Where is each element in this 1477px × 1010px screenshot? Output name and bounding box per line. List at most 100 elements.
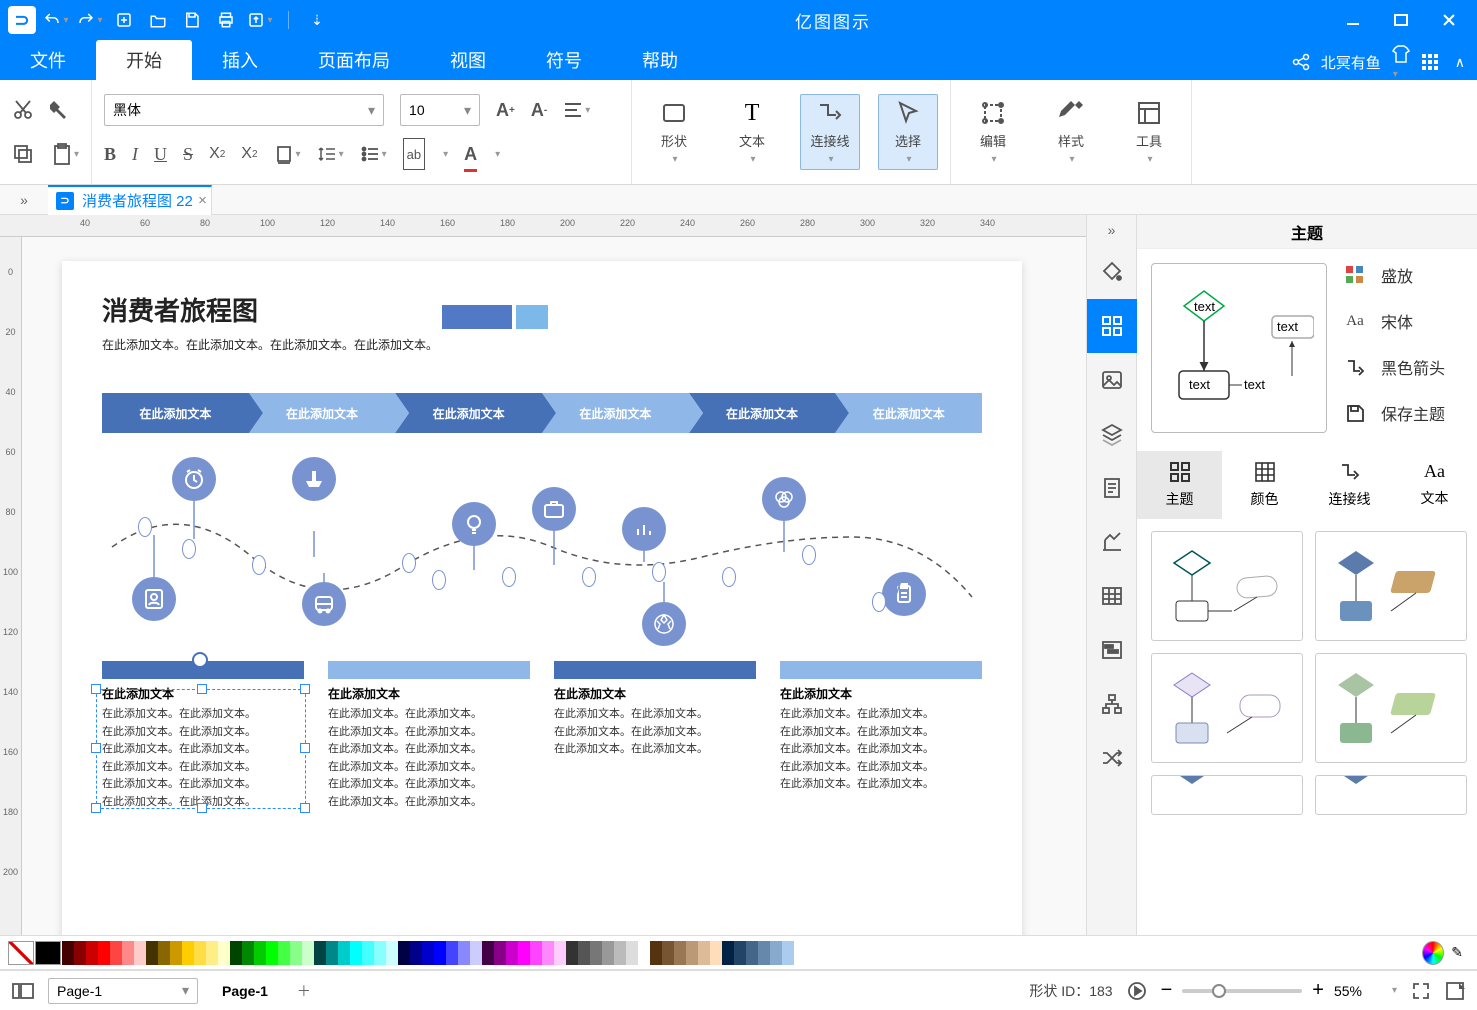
close-button[interactable] [1431,5,1467,35]
tshirt-icon[interactable]: ▾ [1391,44,1411,80]
color-swatch[interactable] [758,941,770,965]
color-swatch[interactable] [35,941,61,965]
tab-help[interactable]: 帮助 [612,40,708,80]
color-swatch[interactable] [434,941,446,965]
football-icon[interactable] [642,602,686,646]
play-icon[interactable] [1127,981,1147,1001]
shape-tool[interactable]: 形状▾ [644,95,704,169]
page-select[interactable]: Page-1▾ [48,978,198,1004]
venn-icon[interactable] [762,477,806,521]
clipboard-icon[interactable] [882,572,926,616]
color-swatch[interactable] [158,941,170,965]
color-swatch[interactable] [242,941,254,965]
gantt-tab-icon[interactable] [1087,623,1137,677]
zoom-in-button[interactable]: + [1312,979,1324,1002]
color-swatch[interactable] [278,941,290,965]
tab-file[interactable]: 文件 [0,40,96,80]
customize-qat-icon[interactable]: ⇣ [303,6,331,34]
color-swatch[interactable] [626,941,638,965]
color-swatch[interactable] [326,941,338,965]
theme-card[interactable] [1151,775,1303,815]
layers-tab-icon[interactable] [1087,407,1137,461]
color-swatch[interactable] [74,941,86,965]
color-swatch[interactable] [494,941,506,965]
color-swatch[interactable] [698,941,710,965]
subtab-text[interactable]: Aa文本 [1392,451,1477,519]
bus-icon[interactable] [302,582,346,626]
color-swatch[interactable] [578,941,590,965]
color-swatch[interactable] [530,941,542,965]
color-swatch[interactable] [410,941,422,965]
text-tool[interactable]: T 文本▾ [722,96,782,169]
theme-card[interactable] [1315,531,1467,641]
chevron-item[interactable]: 在此添加文本 [395,393,542,433]
color-swatch[interactable] [518,941,530,965]
color-swatch[interactable] [422,941,434,965]
chevron-item[interactable]: 在此添加文本 [835,393,982,433]
copy-icon[interactable] [12,138,34,170]
italic-icon[interactable]: I [132,138,138,170]
line-spacing-icon[interactable]: ▾ [317,138,344,170]
select-tool[interactable]: 选择▾ [878,94,938,170]
hierarchy-tab-icon[interactable] [1087,677,1137,731]
bulb-icon[interactable] [452,502,496,546]
fill-tab-icon[interactable] [1087,245,1137,299]
fullscreen-icon[interactable] [1445,981,1465,1001]
tab-pagelayout[interactable]: 页面布局 [288,40,420,80]
color-swatch[interactable] [722,941,734,965]
chart-tab-icon[interactable] [1087,515,1137,569]
clock-icon[interactable] [172,457,216,501]
open-icon[interactable] [144,6,172,34]
paste-icon[interactable]: ▾ [50,138,79,170]
theme-card[interactable] [1315,775,1467,815]
color-swatch[interactable] [134,941,146,965]
color-swatch[interactable] [170,941,182,965]
close-tab-icon[interactable]: × [198,192,207,209]
color-swatch[interactable] [398,941,410,965]
color-swatch[interactable] [770,941,782,965]
color-swatch[interactable] [374,941,386,965]
color-swatch[interactable] [290,941,302,965]
color-swatch[interactable] [734,941,746,965]
font-size-select[interactable]: 10▾ [400,94,480,126]
color-swatch[interactable] [614,941,626,965]
eyedropper-icon[interactable]: ✎ [1445,944,1469,961]
briefcase-icon[interactable] [532,487,576,531]
bold-icon[interactable]: B [104,138,116,170]
zoom-value[interactable]: 55% [1334,983,1380,999]
canvas[interactable]: 消费者旅程图 在此添加文本。在此添加文本。在此添加文本。在此添加文本。 在此添加… [22,237,1086,935]
tab-insert[interactable]: 插入 [192,40,288,80]
shuffle-tab-icon[interactable] [1087,731,1137,785]
theme-arrow-option[interactable]: 黑色箭头 [1343,355,1463,379]
new-icon[interactable] [110,6,138,34]
share-icon[interactable] [1291,52,1311,72]
color-swatch[interactable] [482,941,494,965]
theme-colorful-option[interactable]: 盛放 [1343,263,1463,287]
color-swatch[interactable] [506,941,518,965]
color-swatch[interactable] [602,941,614,965]
chevron-item[interactable]: 在此添加文本 [249,393,396,433]
connector-tool[interactable]: 连接线▾ [800,94,860,170]
theme-card[interactable] [1315,653,1467,763]
column-3[interactable]: 在此添加文本 在此添加文本。在此添加文本。在此添加文本。在此添加文本。在此添加文… [554,661,756,812]
color-swatch[interactable] [62,941,74,965]
color-swatch[interactable] [218,941,230,965]
image-tab-icon[interactable] [1087,353,1137,407]
bullets-icon[interactable]: ▾ [360,138,387,170]
theme-card[interactable] [1151,653,1303,763]
color-swatch[interactable] [542,941,554,965]
color-swatch[interactable] [350,941,362,965]
maximize-button[interactable] [1383,5,1419,35]
font-family-select[interactable]: 黑体▾ [104,94,384,126]
color-swatch[interactable] [362,941,374,965]
zoom-slider[interactable] [1182,989,1302,993]
superscript-icon[interactable]: X2 [209,138,225,170]
page-tab[interactable]: Page-1 [212,983,278,999]
add-page-button[interactable]: ＋ [292,979,316,1003]
color-swatch[interactable] [266,941,278,965]
color-swatch[interactable] [638,941,650,965]
color-swatch[interactable] [446,941,458,965]
strikethrough-icon[interactable]: S [183,138,193,170]
decrease-font-icon[interactable]: A- [531,94,547,126]
column-4[interactable]: 在此添加文本 在此添加文本。在此添加文本。在此添加文本。在此添加文本。在此添加文… [780,661,982,812]
